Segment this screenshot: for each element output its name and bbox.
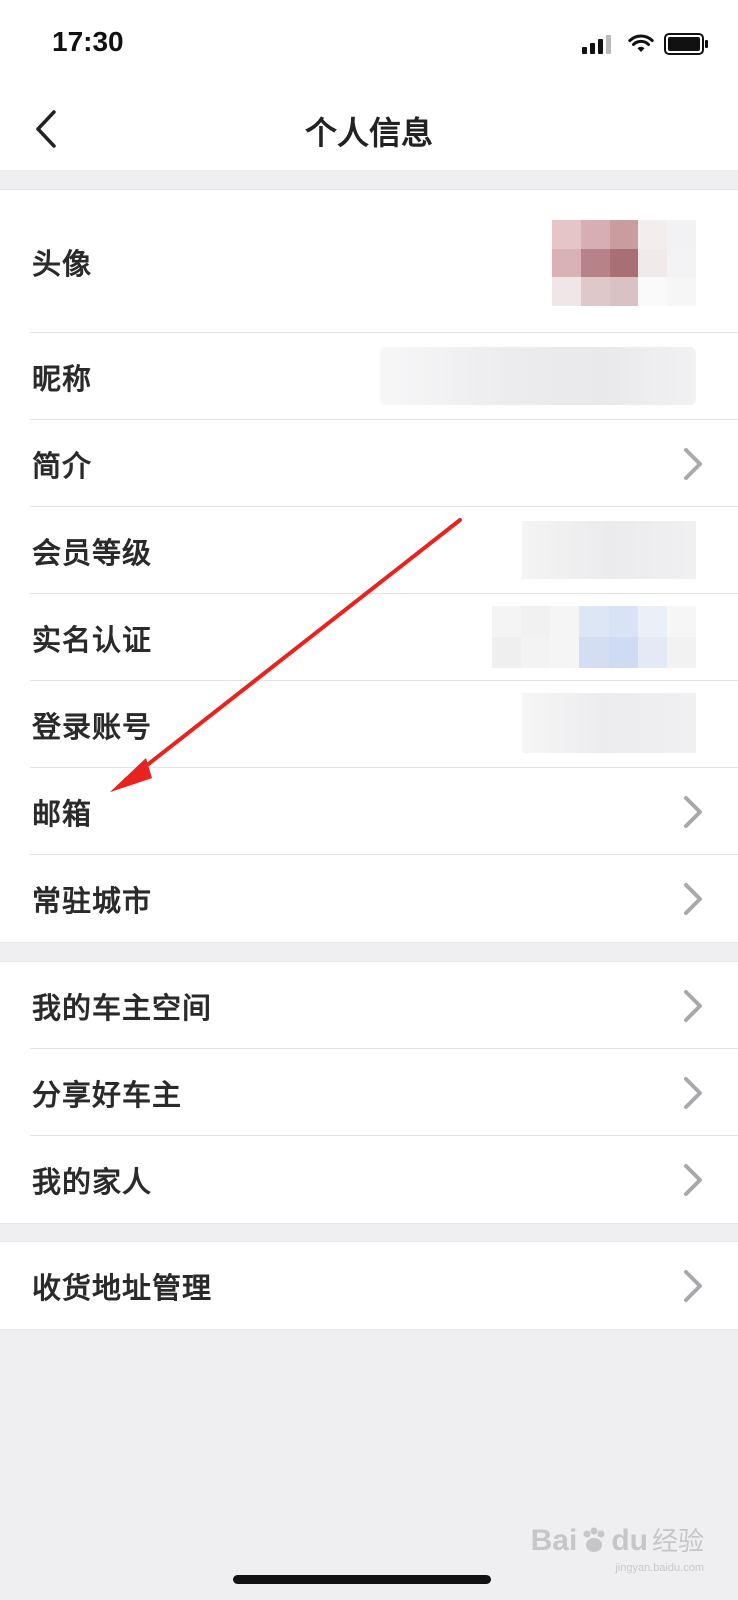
paw-icon xyxy=(583,1527,605,1552)
home-indicator[interactable] xyxy=(233,1575,491,1584)
watermark-suffix: 经验 xyxy=(651,1527,704,1557)
watermark-brand: Bai xyxy=(530,1524,578,1557)
annotation-arrow xyxy=(110,518,462,792)
watermark-url: jingyan.baidu.com xyxy=(615,1562,704,1574)
watermark-brand-2: du xyxy=(611,1524,648,1557)
baidu-jingyan-watermark: Bai du 经验 xyxy=(531,1521,704,1558)
